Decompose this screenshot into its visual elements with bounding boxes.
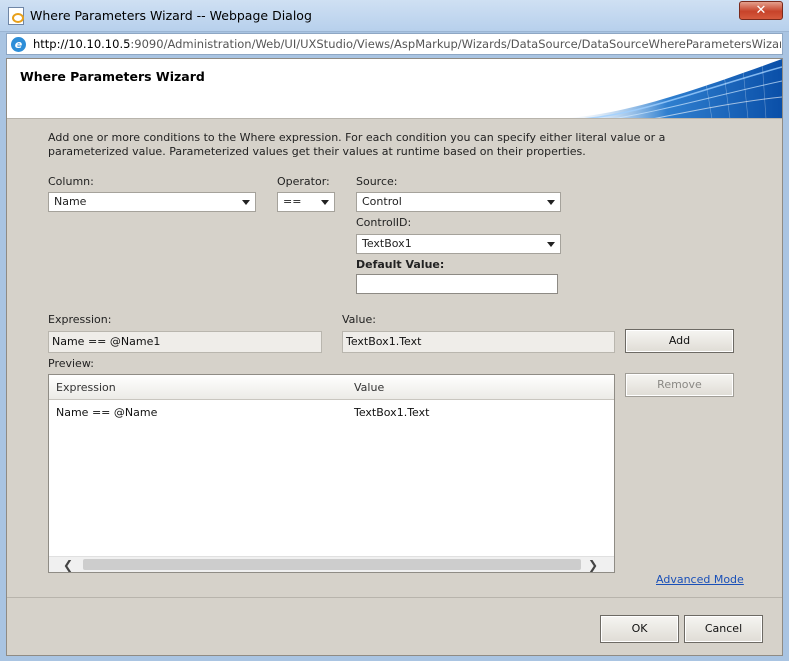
remove-button[interactable]: Remove bbox=[625, 373, 734, 397]
scroll-left-icon[interactable]: ❮ bbox=[59, 557, 77, 573]
controlid-select[interactable]: TextBox1 bbox=[356, 234, 561, 254]
operator-select-value: == bbox=[283, 195, 302, 208]
operator-select[interactable]: == bbox=[277, 192, 335, 212]
url-text: http://10.10.10.5:9090/Administration/We… bbox=[33, 37, 781, 51]
preview-grid: Expression Value Name == @Name TextBox1.… bbox=[48, 374, 615, 573]
scroll-right-icon[interactable]: ❯ bbox=[584, 557, 602, 573]
advanced-mode-link[interactable]: Advanced Mode bbox=[656, 573, 744, 586]
value-label: Value: bbox=[342, 313, 376, 326]
wizard-dialog: Where Parameters Wizard Add one or more … bbox=[6, 58, 783, 656]
grid-header: Expression Value bbox=[49, 375, 614, 400]
default-value-field[interactable] bbox=[356, 274, 558, 294]
table-row[interactable]: Name == @Name TextBox1.Text bbox=[49, 401, 614, 425]
intro-text: Add one or more conditions to the Where … bbox=[48, 131, 666, 158]
window-title: Where Parameters Wizard -- Webpage Dialo… bbox=[30, 8, 312, 23]
row-expression: Name == @Name bbox=[56, 406, 158, 419]
column-header-value[interactable]: Value bbox=[354, 381, 384, 394]
chevron-down-icon bbox=[321, 200, 329, 205]
source-label: Source: bbox=[356, 175, 398, 188]
close-button[interactable]: ✕ bbox=[739, 1, 783, 20]
expression-field[interactable]: Name == @Name1 bbox=[48, 331, 322, 353]
document-icon bbox=[8, 7, 24, 25]
chevron-down-icon bbox=[547, 200, 555, 205]
page-title: Where Parameters Wizard bbox=[20, 69, 205, 84]
header-wave-graphic bbox=[568, 59, 782, 118]
wizard-header: Where Parameters Wizard bbox=[7, 59, 782, 119]
chevron-down-icon bbox=[242, 200, 250, 205]
preview-label: Preview: bbox=[48, 357, 94, 370]
row-value: TextBox1.Text bbox=[354, 406, 430, 419]
address-bar: e http://10.10.10.5:9090/Administration/… bbox=[6, 33, 783, 55]
url-host: http://10.10.10.5 bbox=[33, 37, 131, 51]
expression-label: Expression: bbox=[48, 313, 112, 326]
controlid-label: ControlID: bbox=[356, 216, 412, 229]
column-header-expression[interactable]: Expression bbox=[56, 381, 116, 394]
internet-explorer-icon: e bbox=[11, 37, 26, 52]
cancel-button[interactable]: Cancel bbox=[684, 615, 763, 643]
column-select[interactable]: Name bbox=[48, 192, 256, 212]
horizontal-scrollbar[interactable]: ❮ ❯ bbox=[49, 556, 614, 572]
controlid-select-value: TextBox1 bbox=[362, 237, 412, 250]
footer-divider bbox=[7, 597, 782, 598]
source-select[interactable]: Control bbox=[356, 192, 561, 212]
chevron-down-icon bbox=[547, 242, 555, 247]
source-select-value: Control bbox=[362, 195, 402, 208]
value-field[interactable]: TextBox1.Text bbox=[342, 331, 615, 353]
column-label: Column: bbox=[48, 175, 94, 188]
operator-label: Operator: bbox=[277, 175, 330, 188]
window-titlebar: Where Parameters Wizard -- Webpage Dialo… bbox=[0, 0, 789, 32]
scrollbar-thumb[interactable] bbox=[83, 559, 581, 570]
add-button[interactable]: Add bbox=[625, 329, 734, 353]
ok-button[interactable]: OK bbox=[600, 615, 679, 643]
default-value-label: Default Value: bbox=[356, 258, 445, 271]
column-select-value: Name bbox=[54, 195, 87, 208]
url-path: :9090/Administration/Web/UI/UXStudio/Vie… bbox=[130, 37, 781, 51]
